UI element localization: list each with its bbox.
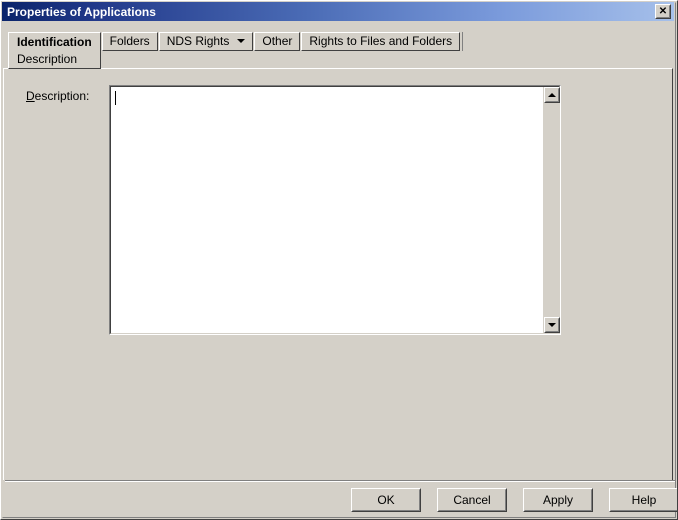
- arrow-up-icon: [548, 93, 556, 97]
- tab-other-label: Other: [262, 34, 293, 48]
- footer-divider: [5, 480, 675, 482]
- window-title: Properties of Applications: [7, 4, 156, 19]
- tab-folders-label: Folders: [109, 34, 150, 48]
- description-label-text: escription:: [34, 89, 90, 103]
- ok-button-label: OK: [352, 489, 420, 511]
- properties-dialog-window: Properties of Applications ✕ Identificat…: [0, 0, 678, 520]
- tab-identification[interactable]: Identification Description: [8, 32, 101, 69]
- scrollbar-up-button[interactable]: [544, 87, 560, 103]
- tab-other[interactable]: Other: [254, 32, 301, 51]
- dialog-button-bar: OK Cancel Apply Help: [351, 488, 677, 512]
- tab-identification-sublabel: Description: [17, 52, 78, 66]
- description-input[interactable]: [111, 87, 543, 333]
- scrollbar-down-button[interactable]: [544, 317, 560, 333]
- tab-nds-rights[interactable]: NDS Rights: [158, 32, 254, 51]
- tab-strip-end-divider: [462, 32, 464, 51]
- scrollbar-track[interactable]: [544, 103, 559, 317]
- description-scrollbar[interactable]: [543, 87, 560, 333]
- description-label: Description:: [26, 89, 89, 103]
- tab-folders[interactable]: Folders: [101, 32, 158, 51]
- chevron-down-icon: [237, 39, 246, 43]
- tab-strip: Identification Description Folders NDS R…: [8, 32, 464, 72]
- arrow-down-icon: [548, 323, 556, 327]
- cancel-button-label: Cancel: [438, 489, 506, 511]
- description-label-accelerator: D: [26, 89, 35, 103]
- apply-button-label: Apply: [524, 489, 592, 511]
- ok-button[interactable]: OK: [351, 488, 421, 512]
- close-icon: ✕: [656, 5, 670, 18]
- apply-button[interactable]: Apply: [523, 488, 593, 512]
- help-button-label: Help: [610, 489, 677, 511]
- description-field-frame: [109, 85, 561, 335]
- title-bar[interactable]: Properties of Applications ✕: [2, 2, 674, 21]
- description-field-inner: [110, 86, 560, 334]
- text-caret: [115, 91, 116, 105]
- close-button[interactable]: ✕: [655, 4, 671, 19]
- help-button[interactable]: Help: [609, 488, 677, 512]
- tab-nds-rights-label: NDS Rights: [166, 34, 230, 48]
- tab-identification-label: Identification: [17, 35, 92, 49]
- tab-rights-to-files-and-folders[interactable]: Rights to Files and Folders: [301, 32, 461, 51]
- tab-rights-to-files-and-folders-label: Rights to Files and Folders: [309, 34, 453, 48]
- cancel-button[interactable]: Cancel: [437, 488, 507, 512]
